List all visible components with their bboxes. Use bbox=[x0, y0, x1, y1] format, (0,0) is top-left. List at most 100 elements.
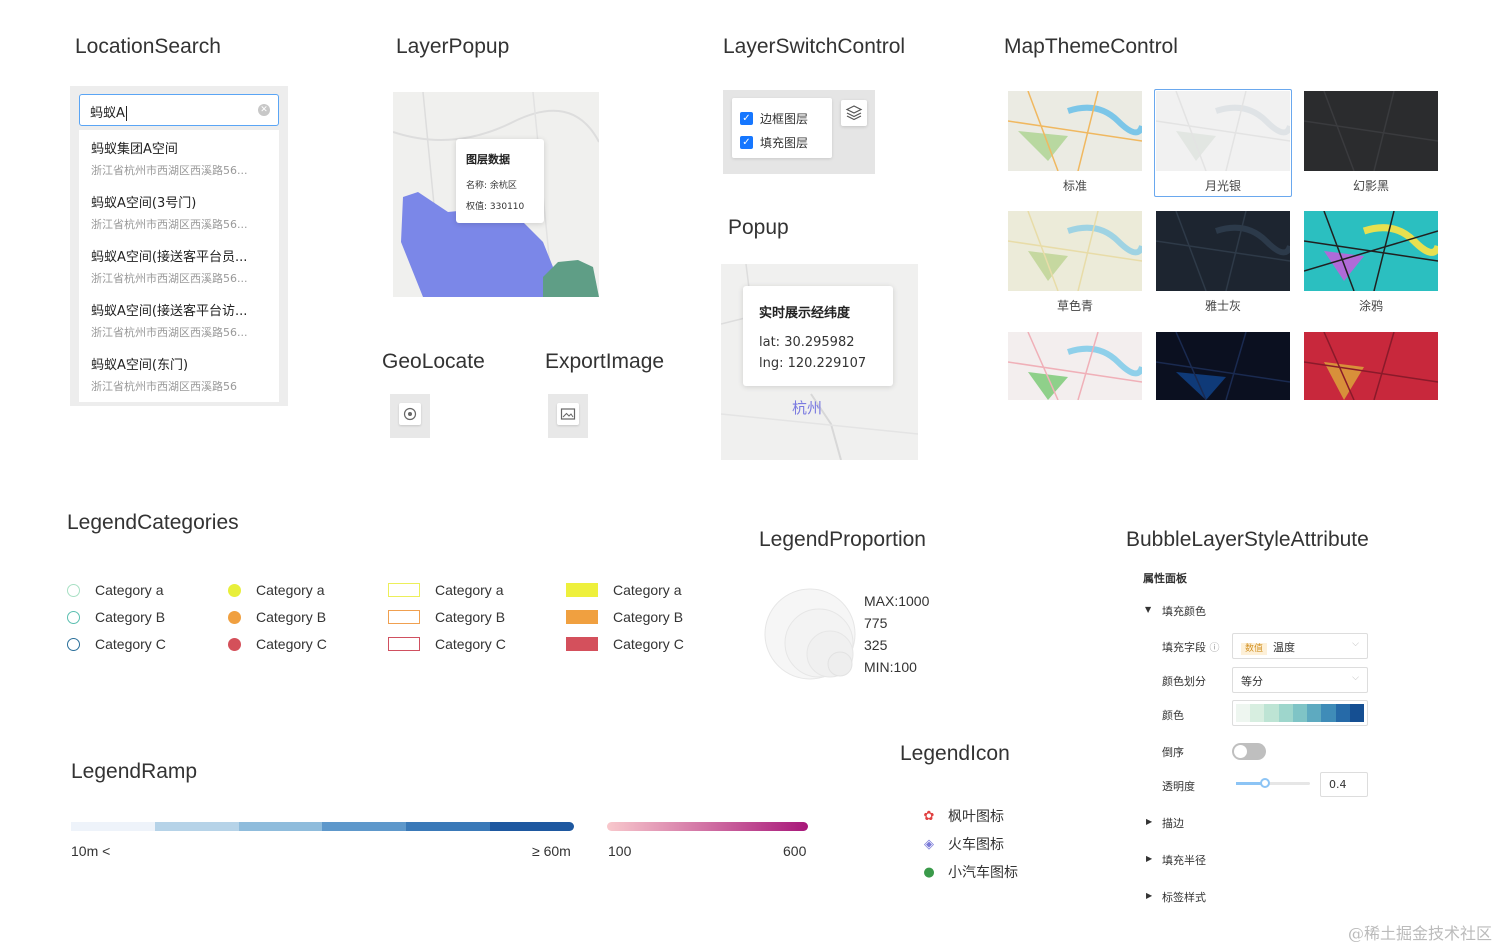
field-type-tag: 数值 bbox=[1241, 643, 1268, 655]
label-style-section[interactable]: 标签样式 bbox=[1162, 889, 1206, 905]
checkbox-checked-icon[interactable]: ✓ bbox=[740, 111, 753, 125]
field-value: 温度 bbox=[1273, 641, 1296, 654]
image-icon bbox=[560, 408, 576, 420]
category-label: Category C bbox=[435, 636, 506, 652]
caret-right-icon[interactable]: ▶ bbox=[1146, 891, 1152, 900]
theme-preview bbox=[1008, 332, 1142, 401]
ramp-segment bbox=[154, 822, 239, 831]
help-icon[interactable]: ⓘ bbox=[1210, 643, 1220, 654]
ramp-start-label: 10m < bbox=[71, 843, 111, 859]
export-image-button[interactable] bbox=[557, 403, 579, 425]
category-label: Category C bbox=[256, 636, 327, 652]
theme-standard[interactable] bbox=[1008, 91, 1142, 171]
chevron-down-icon: ⌵ bbox=[1352, 639, 1359, 649]
popup-map[interactable]: 实时展示经纬度 lat: 30.295982 lng: 120.229107 杭… bbox=[721, 264, 918, 460]
stroke-section[interactable]: 描边 bbox=[1162, 815, 1184, 831]
popup-heading: 实时展示经纬度 bbox=[759, 306, 851, 321]
fill-field-select[interactable]: 数值 温度 ⌵ bbox=[1232, 633, 1368, 659]
proportion-label: 325 bbox=[864, 637, 888, 653]
list-item[interactable]: 蚂蚁A空间(接送客平台访... 浙江省杭州市西湖区西溪路56... bbox=[79, 292, 279, 346]
layer-switch-title: LayerSwitchControl bbox=[723, 35, 906, 58]
category-label: Category B bbox=[256, 609, 327, 625]
theme-dark-blue[interactable] bbox=[1156, 332, 1290, 412]
legend-icon-item: ● 小汽车图标 bbox=[920, 862, 1018, 882]
map-theme-title: MapThemeControl bbox=[1004, 35, 1178, 58]
result-address: 浙江省杭州市西湖区西溪路56... bbox=[91, 164, 248, 177]
radius-section[interactable]: 填充半径 bbox=[1162, 852, 1206, 868]
icon-label: 枫叶图标 bbox=[948, 809, 1004, 825]
legend-category: Category B bbox=[67, 609, 165, 625]
list-item[interactable]: 蚂蚁A空间(3号门) 浙江省杭州市西湖区西溪路56... bbox=[79, 184, 279, 238]
category-label: Category a bbox=[256, 582, 325, 598]
legend-ramp-gradient bbox=[607, 822, 808, 831]
fill-color-section[interactable]: 填充颜色 bbox=[1162, 603, 1206, 619]
theme-grass-green[interactable] bbox=[1008, 211, 1142, 291]
proportion-label: 775 bbox=[864, 615, 888, 631]
list-item[interactable]: 蚂蚁A空间(东门) 浙江省杭州市西湖区西溪路56 bbox=[79, 346, 279, 400]
popup-title: Popup bbox=[728, 216, 789, 239]
search-input-value: 蚂蚁A bbox=[90, 106, 125, 121]
theme-red[interactable] bbox=[1304, 332, 1438, 412]
list-item[interactable]: 蚂蚁集团A空间 浙江省杭州市西湖区西溪路56... bbox=[79, 130, 279, 184]
theme-preview bbox=[1008, 211, 1142, 291]
palette-swatch bbox=[1278, 704, 1293, 722]
color-division-label: 颜色划分 bbox=[1162, 675, 1206, 688]
export-image-title: ExportImage bbox=[545, 350, 665, 373]
hollow-circle-icon bbox=[67, 583, 80, 597]
layer-toggle-fill[interactable]: ✓ 填充图层 bbox=[740, 130, 824, 154]
opacity-input[interactable]: 0.4 bbox=[1320, 772, 1368, 797]
proportion-max-label: MAX:1000 bbox=[864, 593, 930, 609]
color-label: 颜色 bbox=[1162, 709, 1184, 722]
checkbox-checked-icon[interactable]: ✓ bbox=[740, 135, 753, 149]
layer-switch-control: ✓ 边框图层 ✓ 填充图层 bbox=[723, 90, 875, 174]
category-label: Category B bbox=[613, 609, 684, 625]
list-item[interactable]: 蚂蚁A空间(接送客平台员... 浙江省杭州市西湖区西溪路56... bbox=[79, 238, 279, 292]
category-label: Category B bbox=[95, 609, 166, 625]
clear-icon[interactable]: ✕ bbox=[258, 104, 270, 116]
caret-right-icon[interactable]: ▶ bbox=[1146, 854, 1152, 863]
proportion-circles bbox=[764, 588, 856, 680]
hollow-rect-icon bbox=[388, 637, 420, 651]
opacity-label: 透明度 bbox=[1162, 780, 1195, 793]
theme-phantom-black[interactable] bbox=[1304, 91, 1438, 171]
legend-category: Category a bbox=[67, 582, 163, 598]
color-palette-select[interactable] bbox=[1232, 700, 1368, 726]
theme-graffiti[interactable] bbox=[1304, 211, 1438, 291]
caret-right-icon[interactable]: ▶ bbox=[1146, 817, 1152, 826]
palette-swatch bbox=[1250, 704, 1265, 722]
fill-field-label: 填充字段 ⓘ bbox=[1162, 639, 1220, 655]
popup-lng: lng: 120.229107 bbox=[759, 356, 867, 371]
search-input[interactable]: 蚂蚁A ✕ bbox=[79, 94, 279, 126]
result-address: 浙江省杭州市西湖区西溪路56... bbox=[91, 326, 248, 339]
category-label: Category a bbox=[95, 582, 164, 598]
caret-down-icon[interactable]: ▼ bbox=[1145, 605, 1151, 614]
legend-categories-title: LegendCategories bbox=[67, 511, 239, 534]
fill-field-text: 填充字段 bbox=[1162, 641, 1206, 654]
color-division-select[interactable]: 等分 ⌵ bbox=[1232, 667, 1368, 693]
opacity-slider[interactable] bbox=[1236, 778, 1310, 788]
division-value: 等分 bbox=[1241, 675, 1263, 688]
legend-category: Category B bbox=[228, 609, 326, 625]
reverse-toggle[interactable] bbox=[1232, 743, 1266, 760]
filled-rect-icon bbox=[566, 583, 598, 597]
export-image-control bbox=[548, 394, 588, 438]
slider-handle[interactable] bbox=[1260, 778, 1270, 788]
layer-toggle-border[interactable]: ✓ 边框图层 bbox=[740, 106, 824, 130]
icon-label: 小汽车图标 bbox=[948, 865, 1018, 881]
layer-popup-map[interactable]: 图层数据 名称: 余杭区 权值: 330110 bbox=[393, 92, 599, 297]
ramp-segment bbox=[322, 822, 407, 831]
popup-lat: lat: 30.295982 bbox=[759, 335, 855, 350]
layers-button[interactable] bbox=[841, 100, 867, 126]
geolocate-button[interactable] bbox=[399, 403, 421, 425]
theme-elegant-gray[interactable] bbox=[1156, 211, 1290, 291]
hollow-rect-icon bbox=[388, 610, 420, 624]
layer-data-popup: 图层数据 名称: 余杭区 权值: 330110 bbox=[456, 139, 544, 223]
layers-icon bbox=[845, 105, 863, 121]
selected-theme-outline bbox=[1154, 89, 1292, 197]
legend-proportion-title: LegendProportion bbox=[759, 528, 926, 551]
watermark: @稀土掘金技术社区 bbox=[1347, 924, 1492, 943]
legend-category: Category C bbox=[388, 636, 506, 652]
theme-light-pink[interactable] bbox=[1008, 332, 1142, 412]
theme-preview bbox=[1304, 332, 1438, 401]
layer-label: 边框图层 bbox=[760, 111, 809, 126]
